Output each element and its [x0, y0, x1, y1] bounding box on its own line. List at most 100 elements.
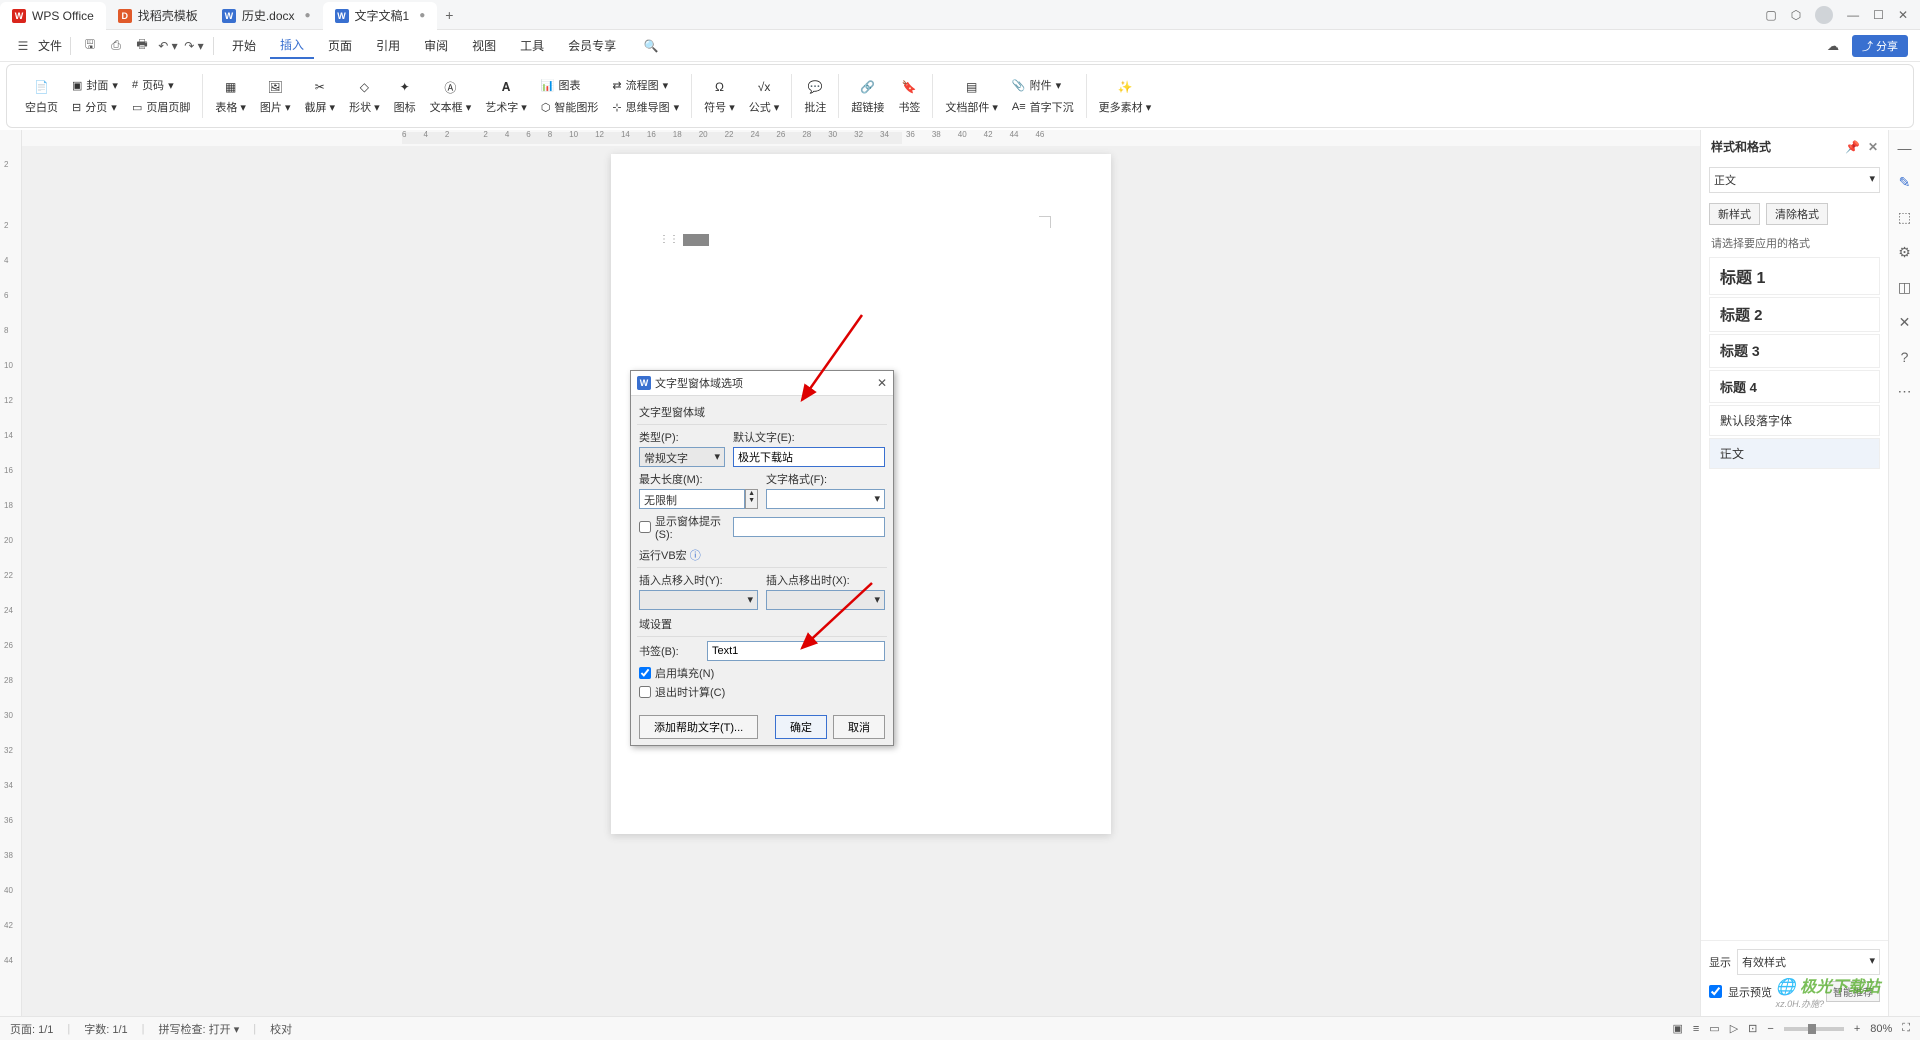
pin-icon[interactable]: 📌	[1845, 140, 1860, 154]
spinner-up[interactable]: ▲	[746, 490, 757, 497]
status-spell[interactable]: 拼写检查: 打开 ▾	[159, 1021, 240, 1037]
settings-icon[interactable]: ⚙	[1898, 244, 1911, 261]
style-item[interactable]: 标题 3↵	[1709, 334, 1880, 368]
ribbon-bookmark[interactable]: 🔖书签	[892, 77, 926, 115]
redo-icon[interactable]: ↷ ▾	[183, 35, 205, 57]
format-select[interactable]: ▾	[766, 489, 885, 509]
preview-checkbox[interactable]	[1709, 985, 1722, 998]
ribbon-dropcap[interactable]: A≡首字下沉	[1010, 97, 1076, 117]
tab-close[interactable]: ●	[419, 10, 425, 21]
maxlen-select[interactable]: 无限制	[639, 489, 745, 509]
tab-add[interactable]: +	[437, 7, 461, 23]
zoom-out-icon[interactable]: −	[1767, 1023, 1773, 1035]
avatar[interactable]	[1815, 6, 1833, 24]
show-prompt-checkbox[interactable]	[639, 521, 651, 533]
menu-icon[interactable]: ☰	[12, 35, 34, 57]
ribbon-equation[interactable]: √x公式 ▾	[743, 77, 786, 115]
style-item[interactable]: 标题 1↵	[1709, 257, 1880, 295]
ribbon-mindmap[interactable]: ⊹思维导图 ▾	[610, 97, 681, 117]
ribbon-attachment[interactable]: 📎附件 ▾	[1010, 75, 1076, 95]
spinner-down[interactable]: ▼	[746, 497, 757, 504]
ribbon-chart[interactable]: 📊图表	[539, 75, 601, 95]
view-read-icon[interactable]: ▷	[1730, 1022, 1738, 1035]
macro-exit-select[interactable]: ▾	[766, 590, 885, 610]
print-preview-icon[interactable]: ⎙	[105, 35, 127, 57]
ribbon-comment[interactable]: 💬批注	[798, 77, 832, 115]
minimize-icon[interactable]: —	[1847, 8, 1859, 22]
view-focus-icon[interactable]: ⊡	[1748, 1022, 1757, 1035]
ribbon-textbox[interactable]: Ⓐ文本框 ▾	[424, 77, 478, 115]
collapse-icon[interactable]: —	[1898, 140, 1912, 156]
layers-icon[interactable]: ◫	[1898, 279, 1911, 296]
tab-wps-office[interactable]: W WPS Office	[0, 2, 106, 30]
tab-close[interactable]: ●	[305, 10, 311, 21]
style-item[interactable]: 标题 4↵	[1709, 370, 1880, 403]
ribbon-page-num[interactable]: #页码 ▾	[130, 75, 192, 95]
print-icon[interactable]: 🖶	[131, 35, 153, 57]
field-handle-icon[interactable]: ⋮⋮	[659, 234, 679, 245]
tab-history-doc[interactable]: W 历史.docx ●	[210, 2, 323, 30]
style-item[interactable]: 标题 2↵	[1709, 297, 1880, 332]
tab-template[interactable]: D 找稻壳模板	[106, 2, 210, 30]
view-page-icon[interactable]: ▣	[1672, 1022, 1682, 1035]
ribbon-blank-page[interactable]: 📄 空白页	[19, 77, 64, 115]
help-icon[interactable]: ?	[1901, 349, 1909, 365]
tab-review[interactable]: 审阅	[414, 33, 458, 58]
ribbon-parts[interactable]: ▤文档部件 ▾	[939, 77, 1004, 115]
fullscreen-icon[interactable]: ⛶	[1902, 1022, 1910, 1035]
zoom-value[interactable]: 80%	[1870, 1023, 1892, 1035]
tab-start[interactable]: 开始	[222, 33, 266, 58]
status-page[interactable]: 页面: 1/1	[10, 1021, 53, 1037]
select-icon[interactable]: ⬚	[1898, 209, 1911, 226]
cloud-icon[interactable]: ☁	[1822, 35, 1844, 57]
ok-button[interactable]: 确定	[775, 715, 827, 739]
ribbon-symbol[interactable]: Ω符号 ▾	[698, 77, 741, 115]
show-filter-select[interactable]: 有效样式▾	[1737, 949, 1880, 975]
ribbon-smartart[interactable]: ⬡智能图形	[539, 97, 601, 117]
maximize-icon[interactable]: ☐	[1873, 8, 1884, 22]
clear-format-button[interactable]: 清除格式	[1766, 203, 1828, 225]
tab-current-doc[interactable]: W 文字文稿1 ●	[323, 2, 438, 30]
ribbon-wordart[interactable]: 𝐀艺术字 ▾	[479, 77, 533, 115]
more-icon[interactable]: ⋯	[1898, 383, 1912, 400]
ribbon-cover[interactable]: ▣封面 ▾	[70, 75, 120, 95]
zoom-slider[interactable]	[1784, 1027, 1844, 1031]
macro-enter-select[interactable]: ▾	[639, 590, 758, 610]
style-item[interactable]: 默认段落字体↵	[1709, 405, 1880, 436]
enable-fill-checkbox[interactable]	[639, 667, 651, 679]
dialog-titlebar[interactable]: W 文字型窗体域选项 ✕	[631, 371, 893, 396]
tab-tools[interactable]: 工具	[510, 33, 554, 58]
ribbon-page-break[interactable]: ⊟分页 ▾	[70, 97, 120, 117]
canvas[interactable]: 6422468101214161820222426283032343638404…	[22, 130, 1700, 1016]
ribbon-screenshot[interactable]: ✂截屏 ▾	[299, 77, 342, 115]
file-menu[interactable]: 文件	[38, 37, 62, 54]
bookmark-input[interactable]	[707, 641, 885, 661]
form-field[interactable]	[683, 234, 709, 246]
tab-view[interactable]: 视图	[462, 33, 506, 58]
ribbon-more[interactable]: ✨更多素材 ▾	[1093, 77, 1158, 115]
ribbon-header-footer[interactable]: ▭页眉页脚	[130, 97, 192, 117]
ribbon-shape[interactable]: ◇形状 ▾	[343, 77, 386, 115]
cube-icon[interactable]: ⬡	[1791, 8, 1801, 22]
close-icon[interactable]: ✕	[1898, 8, 1908, 22]
status-proof[interactable]: 校对	[270, 1021, 292, 1037]
prompt-input[interactable]	[733, 517, 885, 537]
ribbon-table[interactable]: ▦表格 ▾	[209, 77, 252, 115]
new-style-button[interactable]: 新样式	[1709, 203, 1760, 225]
share-button[interactable]: ⤴ 分享	[1852, 35, 1908, 57]
view-web-icon[interactable]: ▭	[1709, 1022, 1719, 1035]
tools-icon[interactable]: ✕	[1899, 314, 1911, 331]
ribbon-icon-btn[interactable]: ✦图标	[388, 77, 422, 115]
default-text-input[interactable]	[733, 447, 885, 467]
current-style-select[interactable]: 正文▾	[1709, 167, 1880, 193]
edit-icon[interactable]: ✎	[1899, 174, 1911, 191]
cancel-button[interactable]: 取消	[833, 715, 885, 739]
tab-insert[interactable]: 插入	[270, 32, 314, 59]
style-item[interactable]: 正文↵	[1709, 438, 1880, 469]
tab-member[interactable]: 会员专享	[558, 33, 626, 58]
search-icon[interactable]: 🔍	[640, 35, 662, 57]
tab-page[interactable]: 页面	[318, 33, 362, 58]
save-icon[interactable]: 🖫	[79, 35, 101, 57]
calc-exit-checkbox[interactable]	[639, 686, 651, 698]
undo-icon[interactable]: ↶ ▾	[157, 35, 179, 57]
